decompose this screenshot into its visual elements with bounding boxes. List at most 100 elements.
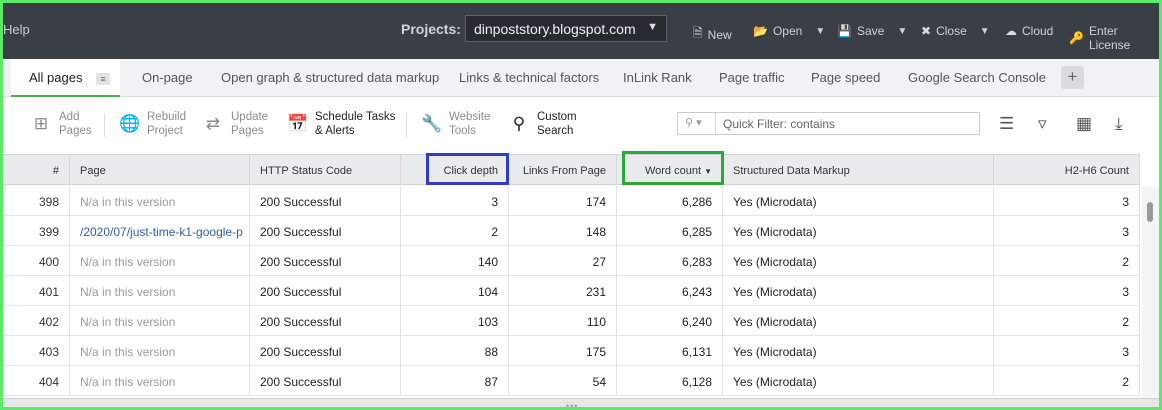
add-pages-button[interactable]: ⊞ Add Pages (31, 110, 92, 138)
update-label-2: Pages (231, 125, 264, 137)
cell-page[interactable]: /2020/07/just-time-k1-google-p (70, 216, 250, 245)
cell-page: N/a in this version (70, 336, 250, 365)
horizontal-scrollbar[interactable]: ••• (3, 398, 1159, 407)
custom-search-button[interactable]: ⚲ Custom Search (509, 110, 577, 138)
rebuild-label-2: Project (147, 125, 183, 137)
col-header-status[interactable]: HTTP Status Code (250, 155, 401, 184)
cell-structured-data: Yes (Microdata) (723, 306, 994, 335)
website-tools-button[interactable]: 🔧 Website Tools (421, 110, 490, 138)
tab-page-traffic[interactable]: Page traffic (719, 70, 785, 85)
cell-structured-data: Yes (Microdata) (723, 246, 994, 275)
cell-page: N/a in this version (70, 366, 250, 395)
table-row[interactable]: 399/2020/07/just-time-k1-google-p 200 Suc… (3, 216, 1140, 246)
cell-click-depth: 140 (401, 246, 509, 275)
enter-license-button[interactable]: 🔑 Enter License (1069, 24, 1159, 52)
export-icon[interactable]: ⤓ (1115, 114, 1123, 134)
open-dropdown-icon[interactable]: ▼ (815, 26, 825, 37)
schedule-label-2: & Alerts (315, 125, 355, 137)
refresh-icon: ⇄ (205, 114, 221, 133)
cell-page: N/a in this version (70, 276, 250, 305)
cell-links-from-page: 175 (509, 336, 617, 365)
cell-num: 403 (3, 336, 70, 365)
tab-inlink-rank[interactable]: InLink Rank (623, 70, 692, 85)
filter-icon[interactable]: ▿ (1038, 114, 1047, 134)
add-pages-label-2: Pages (59, 125, 92, 137)
close-button[interactable]: ✖ Close ▼ (921, 24, 990, 38)
tab-bar: All pages ≡ On-page Open graph & structu… (3, 59, 1159, 97)
table-row[interactable]: 401 N/a in this version 200 Successful 104 2… (3, 276, 1140, 306)
table-header: # Page HTTP Status Code Click depth Link… (3, 154, 1140, 185)
col-header-links-from-page[interactable]: Links From Page (509, 155, 617, 184)
plus-square-icon: ⊞ (33, 114, 49, 133)
cell-status: 200 Successful (250, 366, 401, 395)
table-row[interactable]: 403 N/a in this version 200 Successful 88 17… (3, 336, 1140, 366)
calendar-alert-icon: 📅 (287, 114, 309, 133)
help-menu[interactable]: Help (3, 22, 30, 37)
enter-license-label: Enter License (1088, 24, 1131, 52)
project-select[interactable]: dinpoststory.blogspot.com ▼ (465, 15, 667, 42)
tab-on-page[interactable]: On-page (142, 70, 193, 85)
app-window: Help Projects: dinpoststory.blogspot.com… (0, 0, 1162, 410)
chevron-down-icon: ▼ (647, 21, 658, 33)
menu-icon[interactable]: ≡ (96, 73, 111, 85)
cell-word-count: 6,128 (617, 366, 723, 395)
col-header-num[interactable]: # (3, 155, 70, 184)
schedule-tasks-button[interactable]: 📅 Schedule Tasks & Alerts (287, 110, 395, 138)
open-button[interactable]: 📂 Open ▼ (753, 24, 825, 38)
custom-search-label-2: Search (537, 125, 574, 137)
tab-all-pages-label: All pages (29, 70, 83, 85)
cell-h2-h6: 3 (994, 186, 1140, 215)
table-row[interactable]: 402 N/a in this version 200 Successful 103 1… (3, 306, 1140, 336)
click-depth-highlight (426, 153, 509, 185)
tab-links-technical[interactable]: Links & technical factors (459, 70, 599, 85)
filter-search-icon[interactable]: ⚲ ▾ (678, 113, 716, 134)
cell-word-count: 6,285 (617, 216, 723, 245)
vertical-scrollbar[interactable] (1142, 186, 1159, 397)
list-view-icon[interactable]: ☰ (999, 114, 1014, 134)
save-button[interactable]: 💾 Save ▼ (837, 24, 907, 38)
cell-links-from-page: 54 (509, 366, 617, 395)
cell-click-depth: 87 (401, 366, 509, 395)
quick-filter-placeholder: Quick Filter: contains (723, 117, 836, 131)
tab-all-pages[interactable]: All pages ≡ (11, 59, 121, 97)
custom-search-label-1: Custom (537, 111, 577, 123)
cell-page: N/a in this version (70, 306, 250, 335)
toolbar: ⊞ Add Pages 🌐 Rebuild Project ⇄ Update Page… (3, 97, 1159, 153)
cell-word-count: 6,131 (617, 336, 723, 365)
toolbar-divider (406, 113, 407, 137)
update-pages-button[interactable]: ⇄ Update Pages (203, 110, 268, 138)
globe-icon: 🌐 (119, 114, 141, 133)
cell-num: 398 (3, 186, 70, 215)
word-count-highlight (622, 151, 724, 185)
cell-structured-data: Yes (Microdata) (723, 216, 994, 245)
save-icon: 💾 (837, 24, 852, 38)
new-button[interactable]: 🗎 New (693, 24, 732, 45)
tab-page-speed[interactable]: Page speed (811, 70, 880, 85)
grid-view-icon[interactable]: ▦ (1076, 114, 1092, 134)
cell-links-from-page: 148 (509, 216, 617, 245)
save-dropdown-icon[interactable]: ▼ (897, 26, 907, 37)
cell-num: 402 (3, 306, 70, 335)
resize-grip-icon[interactable]: ••• (566, 401, 578, 407)
cell-page: N/a in this version (70, 246, 250, 275)
top-bar: Help Projects: dinpoststory.blogspot.com… (3, 3, 1159, 59)
cell-h2-h6: 2 (994, 246, 1140, 275)
add-tab-button[interactable]: + (1061, 66, 1084, 89)
col-header-structured-data[interactable]: Structured Data Markup (723, 155, 994, 184)
cell-click-depth: 3 (401, 186, 509, 215)
tab-google-search-console[interactable]: Google Search Console (908, 70, 1046, 85)
table-row[interactable]: 400 N/a in this version 200 Successful 140 2… (3, 246, 1140, 276)
cell-word-count: 6,283 (617, 246, 723, 275)
cell-click-depth: 88 (401, 336, 509, 365)
col-header-h2-h6[interactable]: H2-H6 Count (994, 155, 1140, 184)
folder-icon: 📂 (753, 24, 768, 38)
quick-filter-input[interactable]: ⚲ ▾ Quick Filter: contains (677, 112, 980, 135)
col-header-page[interactable]: Page (70, 155, 250, 184)
table-row[interactable]: 398 N/a in this version 200 Successful 3 174… (3, 186, 1140, 216)
rebuild-project-button[interactable]: 🌐 Rebuild Project (119, 110, 186, 138)
table-row[interactable]: 404 N/a in this version 200 Successful 87 54… (3, 366, 1140, 396)
cloud-button[interactable]: ☁ Cloud (1005, 24, 1053, 38)
scrollbar-thumb[interactable] (1147, 202, 1153, 222)
tab-open-graph[interactable]: Open graph & structured data markup (221, 70, 439, 85)
close-dropdown-icon[interactable]: ▼ (980, 26, 990, 37)
